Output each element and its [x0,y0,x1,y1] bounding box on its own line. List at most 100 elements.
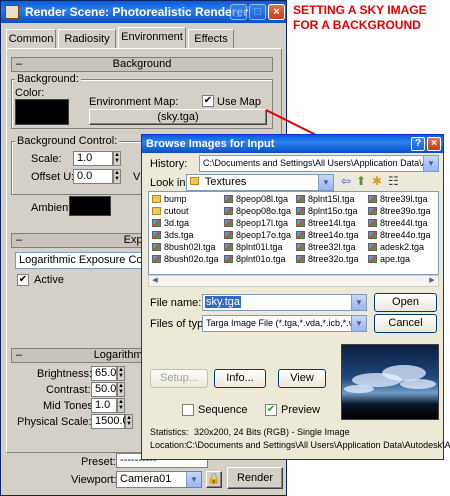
scroll-left-icon[interactable]: ◀ [149,276,161,286]
file-list-item[interactable]: 8peop17o.tga [224,230,291,241]
file-list-item[interactable]: 8bush02l.tga [152,242,216,253]
setup-button[interactable]: Setup... [150,369,208,388]
file-list-item[interactable]: 8tree14l.tga [296,218,356,229]
tab-radiosity[interactable]: Radiosity [58,29,116,49]
physical-scale-input[interactable]: 1500.0 [91,414,129,429]
file-list-item[interactable]: 8tree39o.tga [368,206,431,217]
scroll-right-icon[interactable]: ▶ [426,276,438,286]
browse-images-dialog: Browse Images for Input ? × History: C:\… [141,134,450,460]
offset-u-spinner[interactable]: ▲ ▼ [113,169,121,184]
file-list-item[interactable]: 8plnt15o.tga [296,206,358,217]
viewport-label: Viewport: [71,474,117,486]
render-button[interactable]: Render [227,467,283,489]
file-list[interactable]: bump cutout 3d.tga 3ds.tga 8bush02l.tga 8bush… [148,191,439,275]
dialog-close-button[interactable]: × [427,137,441,151]
back-icon[interactable]: ⇦ [341,174,351,188]
background-group-label: Background: [15,73,81,85]
offset-u-input[interactable]: 0.0 [73,169,113,184]
brightness-spinner[interactable]: ▲ ▼ [117,366,125,381]
file-list-item[interactable]: 8plnt01l.tga [224,242,283,253]
maximize-button[interactable]: □ [249,4,266,20]
background-control-label: Background Control: [15,135,120,147]
image-file-icon [296,207,305,215]
file-list-item[interactable]: adesk2.tga [368,242,424,253]
horizontal-scrollbar[interactable]: ◀ ▶ [148,275,439,287]
offset-u-label: Offset U: [31,171,75,183]
minimize-button[interactable]: _ [230,4,247,20]
file-name: 8tree32o.tga [308,254,359,264]
file-list-item[interactable]: 8tree39l.tga [368,194,428,205]
file-name: 8plnt15o.tga [308,206,358,216]
history-dropdown[interactable]: C:\Documents and Settings\All Users\Appl… [199,155,439,172]
preview-checkbox[interactable]: ✔ [265,404,277,416]
mid-tones-spinner[interactable]: ▲ ▼ [117,398,125,413]
active-checkbox[interactable]: ✔ [17,274,29,286]
file-list-item[interactable]: bump [152,194,187,205]
file-list-item[interactable]: 3ds.tga [152,230,194,241]
file-list-item[interactable]: 8bush02o.tga [152,254,219,265]
sequence-checkbox[interactable] [182,404,194,416]
tab-environment[interactable]: Environment [118,27,186,49]
scale-spinner[interactable]: ▲ ▼ [113,151,121,166]
background-rollout-header[interactable]: – Background [11,57,273,72]
view-menu-icon[interactable]: ☷ [388,174,399,188]
image-file-icon [152,231,161,239]
file-name: 8peop08o.tga [236,206,292,216]
file-name: 8tree39l.tga [380,194,428,204]
file-list-item[interactable]: 8tree32o.tga [296,254,359,265]
close-button[interactable]: × [268,4,285,20]
file-list-item[interactable]: 8peop08o.tga [224,206,291,217]
info-button[interactable]: Info... [214,369,266,388]
image-file-icon [296,219,305,227]
file-name-input[interactable]: sky.tga ▼ [202,294,367,311]
file-name: 8peop17l.tga [236,218,289,228]
location-value: C:\Documents and Settings\All Users\Appl… [186,440,450,450]
mid-tones-input[interactable]: 1.0 [91,398,117,413]
cancel-button[interactable]: Cancel [374,314,437,333]
file-list-item[interactable]: 8plnt01o.tga [224,254,286,265]
viewport-dropdown[interactable]: Camera01 ▼ [116,471,202,488]
file-list-item[interactable]: 8peop17l.tga [224,218,288,229]
file-list-item[interactable]: 8peop08l.tga [224,194,288,205]
file-list-item[interactable]: 8plnt15l.tga [296,194,355,205]
location-label: Location: [150,440,187,450]
file-name: 8plnt01o.tga [236,254,286,264]
contrast-spinner[interactable]: ▲ ▼ [117,382,125,397]
ambient-color-swatch[interactable] [69,196,111,216]
physical-scale-spinner[interactable]: ▲ ▼ [125,414,133,429]
file-list-item[interactable]: 8tree44l.tga [368,218,428,229]
lock-button[interactable]: 🔒 [206,471,222,488]
exposure-control-dropdown[interactable]: Logarithmic Exposure Control [15,252,143,269]
tab-common[interactable]: Common [6,29,56,49]
environment-map-button[interactable]: (sky.tga) [89,109,267,125]
annotation-line-1: SETTING A SKY IMAGE [293,3,427,17]
tab-effects[interactable]: Effects [188,29,234,49]
sequence-label: Sequence [198,404,248,416]
file-list-item[interactable]: 8tree14o.tga [296,230,359,241]
files-of-type-dropdown[interactable]: Targa Image File (*.tga,*.vda,*.icb,*.vs… [202,315,367,332]
physical-scale-label: Physical Scale: [17,416,92,428]
help-button[interactable]: ? [411,137,425,151]
open-button[interactable]: Open [374,293,437,312]
file-list-item[interactable]: ape.tga [368,254,410,265]
use-map-checkbox[interactable]: ✔ [202,95,214,107]
look-in-dropdown[interactable]: Textures ▼ [186,174,334,191]
image-file-icon [224,231,233,239]
offset-v-label: V [133,171,141,183]
file-list-item[interactable]: 8tree32l.tga [296,242,356,253]
up-folder-icon[interactable]: ⬆ [356,174,366,188]
contrast-input[interactable]: 50.0 [91,382,117,397]
brightness-input[interactable]: 65.0 [91,366,117,381]
background-color-swatch[interactable] [15,99,69,125]
view-button[interactable]: View [278,369,326,388]
image-file-icon [296,255,305,263]
window-title: Render Scene: Photorealistic Renderer [25,5,248,19]
new-folder-icon[interactable]: ✱ [372,174,382,188]
file-list-item[interactable]: 3d.tga [152,218,189,229]
file-list-item[interactable]: cutout [152,206,189,217]
scale-input[interactable]: 1.0 [73,151,113,166]
file-list-item[interactable]: 8tree44o.tga [368,230,431,241]
ambient-label: Ambient: [31,202,75,214]
browse-dialog-titlebar[interactable]: Browse Images for Input [142,135,443,153]
image-file-icon [152,243,161,251]
